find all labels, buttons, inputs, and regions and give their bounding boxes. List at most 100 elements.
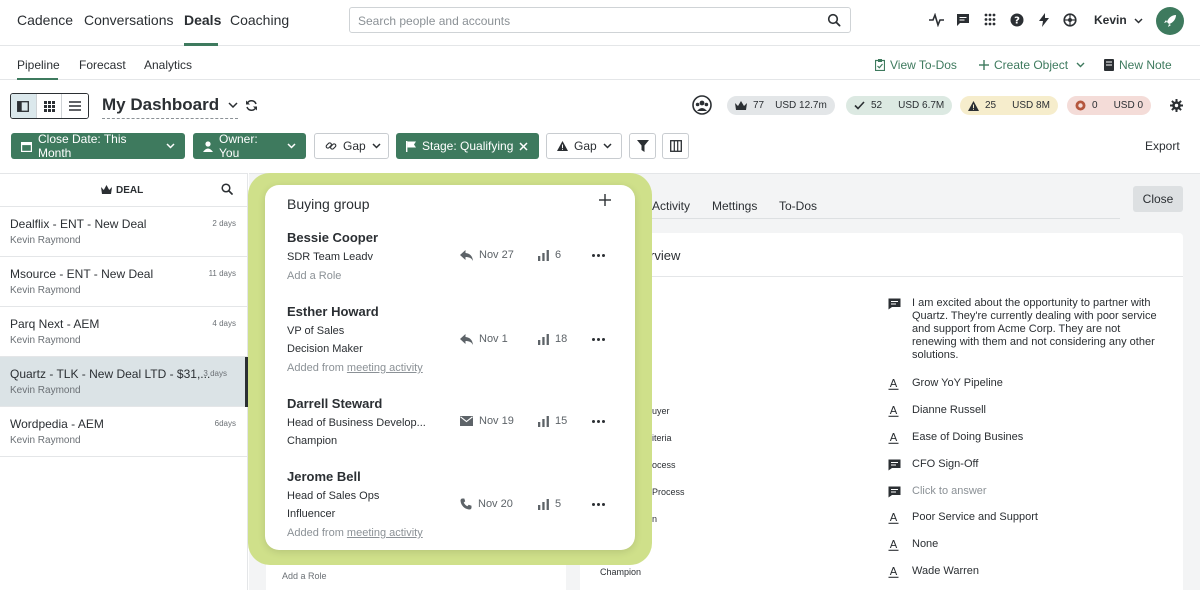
more-options-icon[interactable] — [592, 420, 605, 423]
nav-cadence[interactable]: Cadence — [17, 12, 73, 28]
create-object-label: Create Object — [994, 58, 1069, 72]
field-label: uyer — [652, 406, 670, 416]
deal-name: Dealflix - ENT - New Deal — [10, 217, 147, 231]
add-role-link[interactable]: Add a Role — [287, 270, 341, 282]
deal-name: Quartz - TLK - New Deal LTD - $31,... — [10, 367, 211, 381]
split-view-button[interactable] — [11, 94, 37, 118]
tab-analytics[interactable]: Analytics — [144, 58, 192, 72]
note-icon — [1104, 59, 1114, 71]
member-name: Darrell Steward — [287, 396, 383, 411]
stat-pill-on-track[interactable]: 52 USD 6.7M — [846, 96, 953, 115]
gap-filter-2[interactable]: Gap — [546, 133, 622, 159]
deal-age: 11 days — [208, 269, 236, 278]
export-button[interactable]: Export — [1145, 139, 1180, 153]
lightning-icon[interactable] — [1039, 13, 1049, 27]
field-value[interactable]: Wade Warren — [912, 565, 1192, 578]
field-value[interactable]: CFO Sign-Off — [912, 458, 1192, 471]
field-value[interactable]: Poor Service and Support — [912, 511, 1192, 524]
source-prefix: Added from — [287, 527, 347, 539]
more-options-icon[interactable] — [592, 338, 605, 341]
grid-view-button[interactable] — [36, 94, 63, 118]
tab-forecast[interactable]: Forecast — [79, 58, 126, 72]
close-icon[interactable] — [519, 141, 528, 151]
stat-pill-all[interactable]: 77 USD 12.7m — [727, 96, 835, 115]
apps-grid-icon[interactable] — [984, 13, 996, 26]
stat-amount: USD 8M — [1012, 100, 1050, 111]
tab-meetings[interactable]: Mettings — [712, 199, 757, 213]
chevron-down-icon — [372, 143, 381, 149]
stat-count: 52 — [871, 100, 883, 111]
close-date-filter[interactable]: Close Date: This Month — [11, 132, 185, 160]
stage-filter[interactable]: Stage: Qualifying — [396, 133, 539, 159]
create-object-button[interactable]: Create Object — [979, 58, 1085, 72]
dashboard-selector[interactable]: My Dashboard — [102, 95, 239, 119]
search-input[interactable] — [358, 12, 818, 29]
columns-button[interactable] — [662, 133, 689, 159]
click-to-answer-field[interactable]: Click to answer — [912, 485, 1192, 498]
settings-gear-icon[interactable] — [1170, 99, 1183, 112]
member-title: VP of Sales — [287, 325, 345, 337]
deal-list-item-selected[interactable]: Quartz - TLK - New Deal LTD - $31,... Ke… — [0, 357, 248, 407]
tab-todos[interactable]: To-Dos — [779, 199, 817, 213]
rocket-launch-button[interactable] — [1156, 7, 1184, 35]
field-label: ocess — [652, 460, 676, 470]
filter-button[interactable] — [629, 133, 656, 159]
last-activity-date: Nov 27 — [479, 249, 514, 261]
text-field-icon: A — [888, 539, 899, 551]
engagement-count: 5 — [538, 498, 561, 510]
field-value[interactable]: None — [912, 538, 1192, 551]
warning-icon — [557, 141, 568, 151]
nav-deals[interactable]: Deals — [184, 12, 221, 28]
deal-list-item[interactable]: Wordpedia - AEM Kevin Raymond 6days — [0, 407, 248, 457]
new-note-button[interactable]: New Note — [1104, 58, 1172, 72]
deal-age: 6days — [214, 419, 236, 428]
add-role-link[interactable]: Add a Role — [282, 571, 327, 581]
last-activity: Nov 1 — [460, 333, 508, 345]
link-icon — [325, 140, 337, 152]
refresh-icon[interactable] — [245, 99, 258, 112]
search-icon[interactable] — [221, 183, 233, 195]
chat-icon[interactable] — [956, 13, 970, 27]
meeting-activity-link[interactable]: meeting activity — [347, 362, 423, 374]
tab-activity[interactable]: Activity — [652, 199, 690, 213]
close-button[interactable]: Close — [1133, 186, 1183, 212]
bar-chart-icon — [538, 415, 549, 427]
sub-active-indicator — [17, 78, 58, 80]
deal-list-item[interactable]: Msource - ENT - New Deal Kevin Raymond 1… — [0, 257, 248, 307]
activity-pulse-icon[interactable] — [929, 13, 944, 27]
tab-pipeline[interactable]: Pipeline — [17, 58, 60, 72]
nav-coaching[interactable]: Coaching — [230, 12, 289, 28]
close-date-label: Close Date: This Month — [38, 132, 127, 160]
stat-pill-lost[interactable]: 0 USD 0 — [1067, 96, 1152, 115]
deal-list-item[interactable]: Dealflix - ENT - New Deal Kevin Raymond … — [0, 207, 248, 257]
field-value-notes[interactable]: I am excited about the opportunity to pa… — [912, 297, 1167, 362]
more-options-icon[interactable] — [592, 503, 605, 506]
svg-text:A: A — [890, 512, 898, 524]
gap-filter-1[interactable]: Gap — [314, 133, 389, 159]
last-activity-date: Nov 19 — [479, 415, 514, 427]
more-options-icon[interactable] — [592, 254, 605, 257]
member-title: Head of Sales Ops — [287, 490, 380, 502]
engagement-value: 18 — [555, 333, 568, 345]
member-role: Decision Maker — [287, 343, 363, 355]
help-icon[interactable]: ? — [1010, 13, 1024, 27]
stat-pill-at-risk[interactable]: 25 USD 8M — [960, 96, 1058, 115]
calendar-icon — [21, 141, 32, 152]
user-menu[interactable]: Kevin — [1094, 13, 1143, 27]
owner-filter[interactable]: Owner: You — [193, 132, 306, 160]
text-field-icon: A — [888, 378, 899, 390]
field-value[interactable]: Grow YoY Pipeline — [912, 377, 1192, 390]
integrations-icon[interactable] — [1063, 13, 1077, 27]
search-icon[interactable] — [827, 13, 841, 27]
view-todos-button[interactable]: View To-Dos — [875, 58, 957, 72]
deal-list-item[interactable]: Parq Next - AEM Kevin Raymond 4 days — [0, 307, 248, 357]
team-avatar-icon[interactable] — [692, 95, 712, 115]
nav-conversations[interactable]: Conversations — [84, 12, 174, 28]
field-value[interactable]: Dianne Russell — [912, 404, 1192, 417]
add-contact-button[interactable] — [599, 194, 611, 206]
list-view-button[interactable] — [62, 94, 88, 118]
field-label: n — [652, 514, 658, 524]
meeting-activity-link[interactable]: meeting activity — [347, 527, 423, 539]
user-name-label: Kevin — [1094, 13, 1127, 27]
field-value[interactable]: Ease of Doing Busines — [912, 431, 1192, 444]
